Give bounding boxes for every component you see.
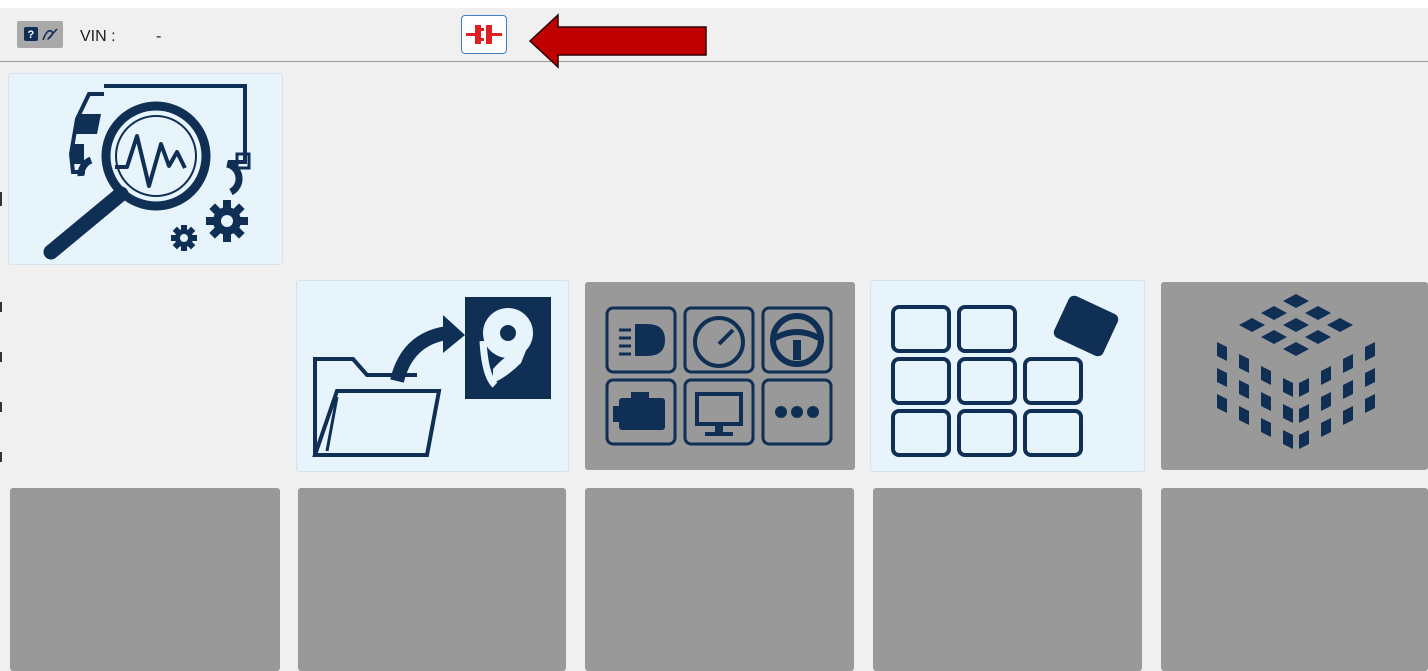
svg-text:?: ? <box>28 29 35 41</box>
empty-tile-4 <box>873 488 1142 671</box>
cube-tile[interactable] <box>1161 282 1428 470</box>
module-layout-tile[interactable] <box>870 280 1145 472</box>
vehicle-functions-grid-icon <box>605 306 833 446</box>
vehicle-functions-tile[interactable] <box>585 282 855 470</box>
vin-value: - <box>156 28 162 45</box>
connection-button[interactable] <box>461 15 507 54</box>
empty-tile-5 <box>1161 488 1428 671</box>
window-edge <box>0 192 2 462</box>
tile-grid-icon <box>891 295 1119 457</box>
empty-tile-3 <box>585 488 854 671</box>
annotation-arrow <box>528 13 707 69</box>
cube-dots-icon <box>1217 294 1375 449</box>
folder-to-harddisk-icon <box>312 297 551 457</box>
app-window: ? VIN : - <box>0 8 1428 671</box>
disconnect-plug-icon <box>466 25 502 44</box>
file-transfer-tile[interactable] <box>296 280 569 472</box>
top-toolbar: ? VIN : - <box>0 8 1428 69</box>
empty-tile-1 <box>10 488 280 671</box>
truck-diagnostics-magnifier-icon <box>43 84 251 260</box>
diagnostics-tile[interactable] <box>8 73 283 265</box>
help-manual-icon[interactable]: ? <box>17 21 63 48</box>
empty-tile-2 <box>298 488 566 671</box>
vin-label: VIN : <box>80 28 116 45</box>
